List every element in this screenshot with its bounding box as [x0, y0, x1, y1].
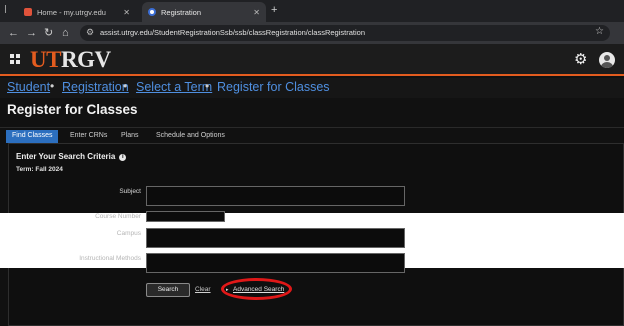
info-icon[interactable]: i: [119, 154, 127, 161]
term-label: Term: Fall 2024: [16, 166, 63, 173]
breadcrumb-separator: •: [205, 79, 210, 93]
tab-enter-crns[interactable]: Enter CRNs: [64, 130, 113, 143]
utrgv-favicon-icon: [24, 8, 32, 16]
utrgv-logo[interactable]: UTRGV: [30, 47, 111, 73]
bookmark-star-icon[interactable]: ☆: [595, 26, 604, 37]
course-number-label: Course Number: [95, 213, 141, 220]
avatar[interactable]: [599, 52, 615, 68]
address-bar[interactable]: ⚙ assist.utrgv.edu/StudentRegistrationSs…: [80, 25, 610, 41]
tab-find-classes[interactable]: Find Classes: [6, 130, 59, 143]
breadcrumb-current: Register for Classes: [217, 80, 330, 94]
browser-tab-title: Registration: [161, 7, 202, 17]
site-info-icon[interactable]: ⚙: [86, 27, 94, 38]
highlight-circle: [221, 278, 292, 300]
gear-icon[interactable]: ⚙: [574, 50, 587, 68]
home-icon[interactable]: ⌂: [62, 26, 69, 40]
app-header: UTRGV ⚙: [0, 44, 624, 76]
close-icon[interactable]: ✕: [253, 8, 260, 17]
breadcrumb-select-term[interactable]: Select a Term: [136, 80, 212, 94]
breadcrumb-separator: •: [50, 79, 55, 93]
back-arrow-icon[interactable]: ←: [8, 26, 19, 40]
instructional-methods-label: Instructional Methods: [79, 255, 141, 262]
tab-schedule-options[interactable]: Schedule and Options: [150, 130, 231, 143]
campus-label: Campus: [116, 230, 141, 237]
tab-search-icon[interactable]: [5, 5, 13, 13]
tab-plans[interactable]: Plans: [115, 130, 145, 143]
search-criteria-title: Enter Your Search Criteria i: [16, 152, 127, 161]
breadcrumb-registration[interactable]: Registration: [62, 80, 129, 94]
subject-label: Subject: [119, 188, 141, 195]
campus-field[interactable]: [146, 228, 405, 248]
browser-tab-strip: Home - my.utrgv.edu ✕ Registration ✕ +: [0, 0, 624, 22]
browser-toolbar: ← → ↻ ⌂ ⚙ assist.utrgv.edu/StudentRegist…: [0, 22, 624, 44]
close-icon[interactable]: ✕: [123, 8, 130, 17]
logo-ut: UT: [30, 47, 61, 72]
reload-icon[interactable]: ↻: [44, 26, 53, 40]
clear-link[interactable]: Clear: [195, 286, 211, 293]
address-url[interactable]: assist.utrgv.edu/StudentRegistrationSsb/…: [100, 28, 365, 37]
search-button[interactable]: Search: [146, 283, 190, 297]
page-title: Register for Classes: [7, 102, 138, 117]
logo-rgv: RGV: [60, 47, 111, 72]
search-criteria-title-text: Enter Your Search Criteria: [16, 152, 116, 161]
page-tabs: Find Classes Enter CRNs Plans Schedule a…: [0, 127, 624, 143]
forward-arrow-icon[interactable]: →: [26, 26, 37, 40]
breadcrumb-student[interactable]: Student: [7, 80, 50, 94]
new-tab-icon[interactable]: +: [271, 4, 277, 16]
breadcrumb: Student • Registration • Select a Term •…: [0, 78, 624, 98]
browser-tab-home[interactable]: Home - my.utrgv.edu ✕: [18, 2, 136, 22]
subject-field[interactable]: [146, 186, 405, 206]
app-grid-icon[interactable]: [10, 54, 20, 64]
browser-tab-registration[interactable]: Registration ✕: [142, 2, 266, 22]
instructional-methods-field[interactable]: [146, 253, 405, 273]
registration-favicon-icon: [148, 8, 156, 16]
course-number-field[interactable]: [146, 211, 225, 222]
breadcrumb-separator: •: [123, 79, 128, 93]
browser-tab-title: Home - my.utrgv.edu: [37, 7, 106, 17]
